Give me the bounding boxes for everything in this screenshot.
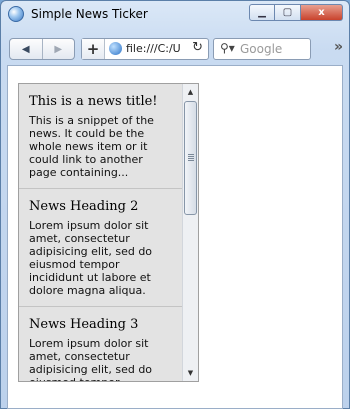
news-title: This is a news title! [29,94,158,109]
url-text[interactable]: file:///C:/U [126,42,188,55]
scrollbar-thumb[interactable] [184,101,197,215]
back-arrow-icon: ◀ [21,43,30,55]
navigation-toolbar: ◀ ▶ + file:///C:/U ↻ ⚲▾ Google » [7,33,345,63]
forward-button[interactable]: ▶ [43,39,75,59]
close-button[interactable]: x [301,4,343,21]
reload-icon[interactable]: ↻ [192,40,203,55]
news-title: News Heading 2 [29,199,139,214]
news-item: News Heading 2 Lorem ipsum dolor sit ame… [19,189,182,307]
maximize-button[interactable]: ▢ [275,4,301,21]
search-icon[interactable]: ⚲▾ [220,41,235,55]
news-text: This is a snippet of the news. It could … [29,114,154,179]
ticker-items: This is a news title! This is a snippet … [19,84,182,381]
globe-icon [109,42,122,55]
news-ticker[interactable]: This is a news title! This is a snippet … [18,83,199,382]
news-title: News Heading 3 [29,317,139,332]
close-icon: x [318,7,325,18]
search-placeholder: Google [240,42,283,56]
news-item: This is a news title! This is a snippet … [19,84,182,189]
maximize-icon: ▢ [282,7,293,18]
search-bar[interactable]: ⚲▾ Google [213,38,311,60]
address-bar[interactable]: + file:///C:/U ↻ [81,38,209,60]
browser-window: Simple News Ticker ▁ ▢ x ◀ ▶ + file:///C… [0,0,350,409]
window-title: Simple News Ticker [31,7,148,21]
window-controls: ▁ ▢ x [249,4,343,22]
nav-buttons: ◀ ▶ [9,38,75,60]
chevron-right-icon[interactable]: » [334,39,343,55]
forward-arrow-icon: ▶ [54,43,63,55]
add-bookmark-button[interactable]: + [82,39,105,59]
browser-logo-icon [8,6,24,22]
minimize-icon: ▁ [258,7,266,18]
scroll-up-arrow-icon[interactable]: ▲ [183,84,198,100]
scroll-down-arrow-icon[interactable]: ▼ [183,365,198,381]
page-content: This is a news title! This is a snippet … [7,65,343,409]
back-button[interactable]: ◀ [10,39,43,59]
minimize-button[interactable]: ▁ [249,4,275,21]
title-bar: Simple News Ticker ▁ ▢ x [1,1,349,29]
news-text: Lorem ipsum dolor sit amet, consectetur … [29,219,153,297]
news-text: Lorem ipsum dolor sit amet, consectetur … [29,337,153,381]
vertical-scrollbar[interactable]: ▲ ▼ [182,84,198,381]
grip-icon [188,154,194,161]
news-item: News Heading 3 Lorem ipsum dolor sit ame… [19,307,182,381]
